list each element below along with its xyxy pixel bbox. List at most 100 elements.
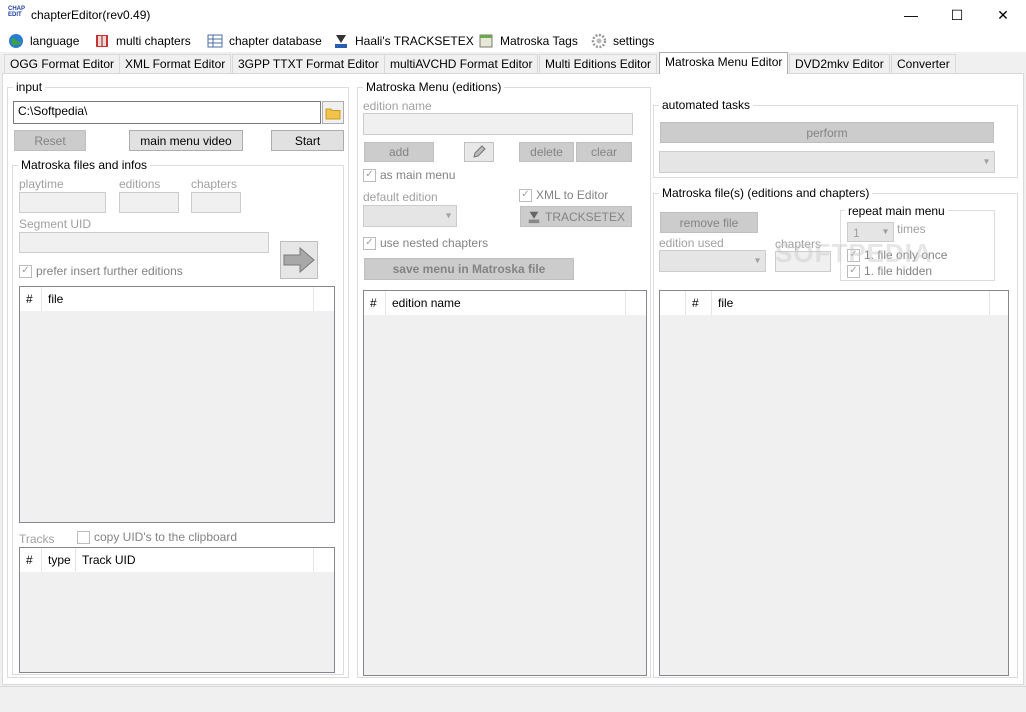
tracks-col-type[interactable]: type — [42, 548, 76, 572]
editions-label: editions — [119, 177, 161, 191]
menu-multi-chapters-label: multi chapters — [116, 34, 191, 48]
tracksetex-label: TRACKSETEX — [544, 209, 625, 224]
tab-multiavchd-format-editor[interactable]: multiAVCHD Format Editor — [384, 54, 539, 73]
edition-name-field[interactable] — [363, 113, 633, 135]
window-title: chapterEditor(rev0.49) — [31, 8, 151, 22]
copy-uid-label: copy UID's to the clipboard — [94, 530, 238, 544]
xml-to-editor-checkbox[interactable]: ✓ XML to Editor — [519, 188, 608, 202]
perform-button[interactable]: perform — [660, 122, 994, 143]
editions-col-edition-name[interactable]: edition name — [386, 291, 626, 315]
close-button[interactable]: ✕ — [980, 0, 1026, 30]
menu-haali-tracksetex[interactable]: Haali's TRACKSETEX — [333, 32, 474, 50]
tracks-label: Tracks — [19, 532, 55, 546]
use-nested-chapters-checkbox-box: ✓ — [363, 236, 376, 250]
watermark: SOFTPEDIA — [775, 238, 933, 268]
arrow-right-icon — [283, 246, 315, 274]
tab-3gpp-ttxt-format-editor[interactable]: 3GPP TTXT Format Editor — [232, 54, 385, 73]
files-list-header: # file — [20, 287, 334, 311]
edit-button[interactable] — [464, 142, 494, 162]
tracks-list[interactable]: # type Track UID — [19, 547, 335, 673]
main-menu-video-button[interactable]: main menu video — [129, 130, 243, 151]
tab-matroska-menu-editor[interactable]: Matroska Menu Editor — [659, 52, 789, 74]
menu-settings-label: settings — [613, 34, 655, 48]
path-input[interactable]: C:\Softpedia\ — [13, 101, 321, 124]
edition-name-label: edition name — [363, 99, 432, 113]
menu-matroska-tags-label: Matroska Tags — [500, 34, 578, 48]
playtime-field[interactable] — [19, 192, 106, 213]
input-group-title: input — [13, 80, 46, 94]
remove-file-button[interactable]: remove file — [660, 212, 758, 233]
tab-converter[interactable]: Converter — [891, 54, 956, 73]
tab-multi-editions-editor[interactable]: Multi Editions Editor — [539, 54, 658, 73]
status-bar — [0, 686, 1026, 712]
file-editions-col-check[interactable] — [660, 291, 686, 315]
browse-button[interactable] — [322, 101, 344, 124]
default-edition-dropdown[interactable]: ▾ — [363, 205, 457, 227]
times-label: times — [897, 222, 926, 236]
menu-chapter-database[interactable]: chapter database — [207, 32, 322, 50]
add-button[interactable]: add — [364, 142, 434, 162]
as-main-menu-label: as main menu — [380, 168, 456, 182]
delete-button[interactable]: delete — [519, 142, 574, 162]
editions-field[interactable] — [119, 192, 179, 213]
database-icon — [207, 34, 223, 48]
menu-multi-chapters[interactable]: multi chapters — [94, 32, 191, 50]
file-editions-list-header: # file — [660, 291, 1008, 315]
automated-tasks-group-title: automated tasks — [659, 98, 754, 112]
files-col-file[interactable]: file — [42, 287, 314, 311]
chapters-label: chapters — [191, 177, 238, 191]
file-editions-list[interactable]: # file — [659, 290, 1009, 676]
prefer-insert-label: prefer insert further editions — [36, 264, 183, 278]
tracks-col-number[interactable]: # — [20, 548, 42, 572]
menu-matroska-tags[interactable]: Matroska Tags — [478, 32, 578, 50]
clear-button[interactable]: clear — [576, 142, 632, 162]
minimize-button[interactable]: — — [888, 0, 934, 30]
start-button[interactable]: Start — [271, 130, 344, 151]
automated-task-dropdown[interactable]: ▾ — [659, 151, 995, 173]
save-menu-button[interactable]: save menu in Matroska file — [364, 258, 574, 280]
copy-uid-checkbox-box — [77, 530, 90, 544]
edition-used-label: edition used — [659, 236, 724, 250]
chapters-field[interactable] — [191, 192, 241, 213]
tracksetex-button[interactable]: TRACKSETEX — [520, 206, 632, 227]
matroska-files-group-title: Matroska files and infos — [18, 158, 151, 172]
prefer-insert-checkbox[interactable]: ✓ prefer insert further editions — [19, 264, 183, 278]
minimize-icon: — — [904, 7, 918, 23]
files-list[interactable]: # file — [19, 286, 335, 523]
maximize-button[interactable]: ☐ — [934, 0, 980, 30]
edition-used-dropdown[interactable]: ▾ — [659, 250, 766, 272]
gear-icon — [591, 33, 607, 49]
add-to-menu-button[interactable] — [280, 241, 318, 279]
tracks-list-header: # type Track UID — [20, 548, 334, 572]
editions-col-number[interactable]: # — [364, 291, 386, 315]
editions-list[interactable]: # edition name — [363, 290, 647, 676]
reset-button[interactable]: Reset — [14, 130, 86, 151]
file-editions-col-file[interactable]: file — [712, 291, 990, 315]
xml-to-editor-label: XML to Editor — [536, 188, 609, 202]
book-icon — [96, 35, 108, 47]
app-icon: CHAP EDIT — [8, 6, 25, 18]
tab-xml-format-editor[interactable]: XML Format Editor — [119, 54, 232, 73]
repeat-main-menu-title: repeat main menu — [845, 204, 948, 218]
files-col-number[interactable]: # — [20, 287, 42, 311]
tracks-col-track-uid[interactable]: Track UID — [76, 548, 314, 572]
trackset-icon — [335, 35, 347, 48]
as-main-menu-checkbox[interactable]: ✓ as main menu — [363, 168, 455, 182]
use-nested-chapters-checkbox[interactable]: ✓ use nested chapters — [363, 236, 488, 250]
pencil-icon — [473, 145, 486, 158]
editions-list-header: # edition name — [364, 291, 646, 315]
playtime-label: playtime — [19, 177, 64, 191]
chevron-down-icon: ▾ — [445, 210, 451, 222]
chevron-down-icon: ▾ — [882, 226, 888, 238]
tags-icon — [479, 34, 493, 48]
tab-ogg-format-editor[interactable]: OGG Format Editor — [4, 54, 121, 73]
tab-dvd2mkv-editor[interactable]: DVD2mkv Editor — [789, 54, 890, 73]
segment-uid-field[interactable] — [19, 232, 269, 253]
maximize-icon: ☐ — [950, 6, 964, 23]
menu-language[interactable]: language — [8, 32, 79, 50]
file-editions-col-number[interactable]: # — [686, 291, 712, 315]
copy-uid-checkbox[interactable]: copy UID's to the clipboard — [77, 530, 237, 544]
menu-settings[interactable]: settings — [591, 32, 654, 50]
default-edition-label: default edition — [363, 190, 438, 204]
as-main-menu-checkbox-box: ✓ — [363, 168, 376, 182]
